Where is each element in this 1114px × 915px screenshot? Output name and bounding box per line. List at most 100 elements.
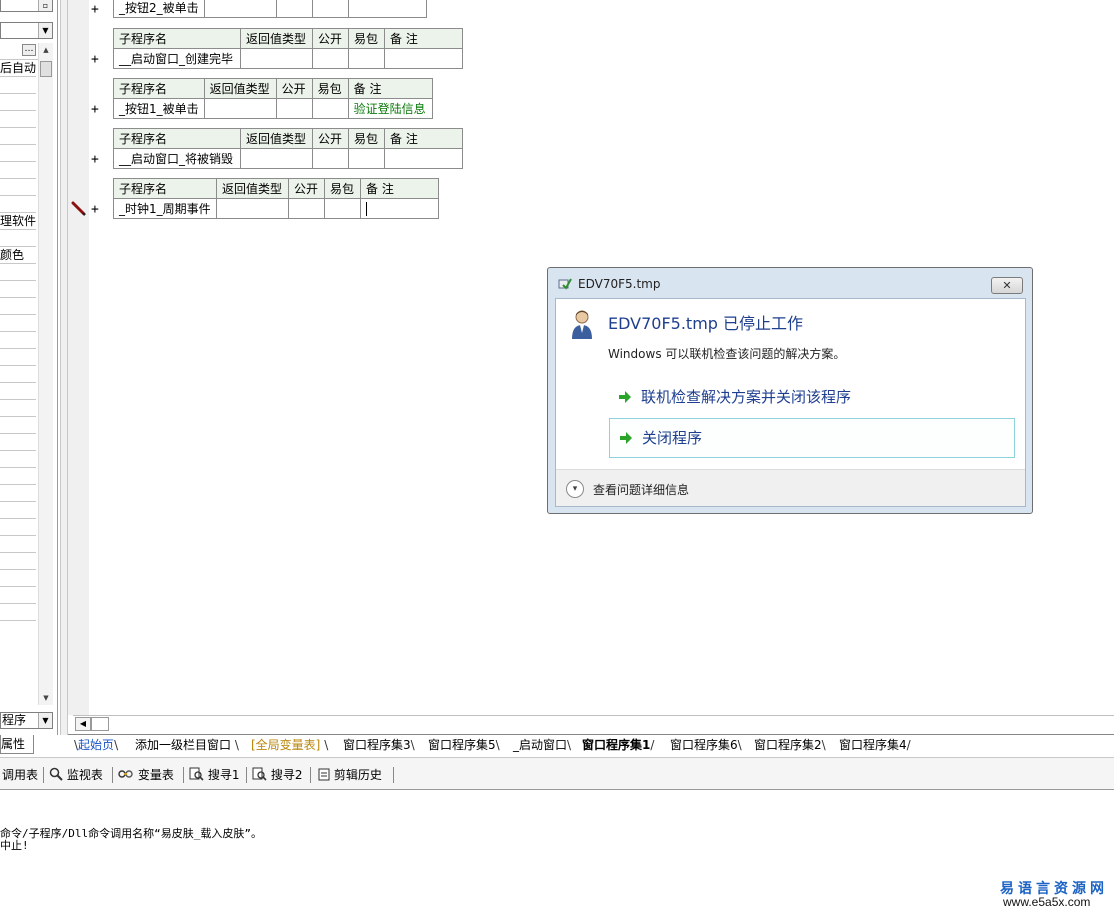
tab-global-variables[interactable]: [全局变量表] \ <box>251 736 328 754</box>
routine-name-cell[interactable]: __启动窗口_将被销毁 <box>113 148 241 169</box>
combo-maximize-icon[interactable]: ▫ <box>38 0 52 11</box>
panel-splitter[interactable] <box>60 0 68 735</box>
property-object-combo[interactable]: ▫ <box>0 0 53 12</box>
editor-horizontal-scrollbar[interactable]: ◀ <box>73 715 1114 732</box>
return-type-cell[interactable] <box>204 0 277 18</box>
property-type-combo[interactable]: ▼ <box>0 22 53 39</box>
expand-plus-icon[interactable]: + <box>91 53 99 67</box>
public-cell[interactable] <box>276 0 313 18</box>
easy-pack-cell[interactable] <box>311 98 349 119</box>
tab-window-assembly-6[interactable]: 窗口程序集6\ <box>670 736 742 754</box>
tab-startup-window[interactable]: _启动窗口\ <box>513 736 571 754</box>
note-cell[interactable] <box>384 148 463 169</box>
expand-plus-icon[interactable]: + <box>91 3 99 17</box>
expand-plus-icon[interactable]: + <box>91 103 99 117</box>
property-row[interactable] <box>0 587 36 604</box>
return-type-cell[interactable] <box>216 198 289 219</box>
easy-pack-cell[interactable] <box>348 148 385 169</box>
routine-name-cell[interactable]: _按钮2_被单击 <box>113 0 205 18</box>
public-cell[interactable] <box>288 198 325 219</box>
close-button[interactable]: ✕ <box>991 277 1023 294</box>
clip-history-button[interactable]: 剪辑历史 <box>318 767 382 783</box>
chevron-down-icon[interactable]: ▼ <box>38 23 52 38</box>
expand-plus-icon[interactable]: + <box>91 153 99 167</box>
search2-button[interactable]: 搜寻2 <box>252 767 302 783</box>
scroll-thumb[interactable] <box>40 61 52 77</box>
note-cell[interactable]: 验证登陆信息 <box>347 98 433 119</box>
routine-name-cell[interactable]: _时钟1_周期事件 <box>113 198 217 219</box>
tab-properties[interactable]: 属性 <box>0 735 34 754</box>
note-cell[interactable] <box>360 198 439 219</box>
public-cell[interactable] <box>275 98 313 119</box>
property-row[interactable] <box>0 264 36 281</box>
property-row[interactable] <box>0 604 36 621</box>
property-row[interactable]: 理软件 <box>0 213 36 230</box>
tab-window-assembly-5[interactable]: 窗口程序集5\ <box>428 736 500 754</box>
property-row[interactable] <box>0 315 36 332</box>
property-row[interactable] <box>0 145 36 162</box>
property-row[interactable] <box>0 230 36 247</box>
property-row[interactable] <box>0 451 36 468</box>
property-row[interactable] <box>0 570 36 587</box>
tab-window-assembly-3[interactable]: 窗口程序集3\ <box>343 736 415 754</box>
tab-start-page[interactable]: \起始页\ <box>74 736 118 754</box>
scroll-left-icon[interactable]: ◀ <box>75 717 91 731</box>
call-table-button[interactable]: 调用表 <box>2 767 38 783</box>
event-combo[interactable]: 程序 ▼ <box>0 712 53 729</box>
routine-name-cell[interactable]: __启动窗口_创建完毕 <box>113 48 241 69</box>
property-row[interactable] <box>0 298 36 315</box>
expand-plus-icon[interactable]: + <box>91 203 99 217</box>
property-scrollbar[interactable]: ▲ ▼ <box>38 43 53 705</box>
property-row[interactable] <box>0 434 36 451</box>
property-row[interactable] <box>0 111 36 128</box>
property-row[interactable] <box>0 468 36 485</box>
public-cell[interactable] <box>312 48 349 69</box>
property-row[interactable] <box>0 553 36 570</box>
tab-window-assembly-2[interactable]: 窗口程序集2\ <box>754 736 826 754</box>
property-row[interactable] <box>0 332 36 349</box>
property-row[interactable] <box>0 128 36 145</box>
public-cell[interactable] <box>312 148 349 169</box>
ellipsis-button[interactable]: … <box>22 44 36 56</box>
scroll-down-icon[interactable]: ▼ <box>39 691 53 705</box>
property-row[interactable] <box>0 383 36 400</box>
watch-table-button[interactable]: 监视表 <box>49 767 103 783</box>
scroll-thumb[interactable] <box>91 717 109 731</box>
note-cell[interactable] <box>384 48 463 69</box>
property-row[interactable]: 颜色 <box>0 247 36 264</box>
chevron-down-icon[interactable]: ▼ <box>38 713 52 728</box>
property-row[interactable] <box>0 349 36 366</box>
view-details-link[interactable]: 查看问题详细信息 <box>593 481 689 498</box>
variable-table-button[interactable]: 变量表 <box>118 767 174 783</box>
tab-window-assembly-1[interactable]: 窗口程序集1/ <box>582 736 654 754</box>
note-cell[interactable] <box>348 0 427 18</box>
property-row[interactable] <box>0 485 36 502</box>
easy-pack-cell[interactable] <box>348 48 385 69</box>
routine-name-cell[interactable]: _按钮1_被单击 <box>113 98 205 119</box>
chevron-down-icon[interactable]: ▾ <box>566 480 584 498</box>
tab-add-column-window[interactable]: 添加一级栏目窗口 \ <box>135 736 239 754</box>
property-row[interactable] <box>0 502 36 519</box>
tab-window-assembly-4[interactable]: 窗口程序集4/ <box>839 736 911 754</box>
property-row[interactable] <box>0 417 36 434</box>
property-row[interactable] <box>0 281 36 298</box>
return-type-cell[interactable] <box>240 148 313 169</box>
property-row[interactable] <box>0 77 36 94</box>
easy-pack-cell[interactable] <box>312 0 349 18</box>
easy-pack-cell[interactable] <box>324 198 361 219</box>
scroll-up-icon[interactable]: ▲ <box>39 43 53 57</box>
check-online-option[interactable]: 联机检查解决方案并关闭该程序 <box>609 378 1015 418</box>
property-row[interactable] <box>0 162 36 179</box>
property-row[interactable] <box>0 400 36 417</box>
property-row[interactable] <box>0 179 36 196</box>
return-type-cell[interactable] <box>240 48 313 69</box>
property-row[interactable] <box>0 366 36 383</box>
close-program-option[interactable]: 关闭程序 <box>609 418 1015 458</box>
property-row[interactable] <box>0 94 36 111</box>
return-type-cell[interactable] <box>203 98 277 119</box>
property-row[interactable] <box>0 536 36 553</box>
property-row[interactable]: 后自动 <box>0 60 36 77</box>
search1-button[interactable]: 搜寻1 <box>189 767 239 783</box>
property-row[interactable] <box>0 196 36 213</box>
property-row[interactable]: … <box>0 43 38 60</box>
